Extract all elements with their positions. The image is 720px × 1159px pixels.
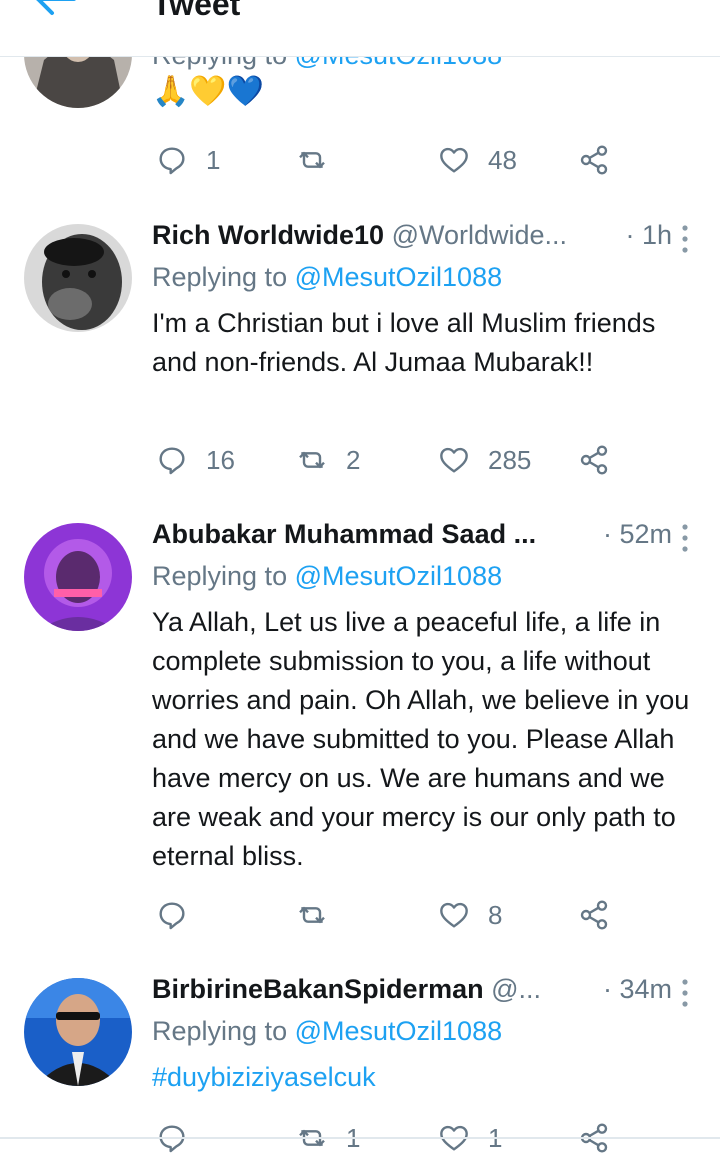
avatar-image [24,224,132,332]
retweet-button[interactable] [296,140,346,180]
author-row: Abubakar Muhammad Saad ... · 52m [152,519,672,555]
reply-count: 1 [206,144,221,175]
replies-feed: Replying to @MesutOzil1088 🙏💛💙 1 48 [0,0,720,1159]
more-vertical-icon[interactable] [680,978,690,1008]
share-icon [578,899,610,931]
retweet-icon [296,444,328,476]
more-vertical-icon[interactable] [680,224,690,254]
like-button[interactable]: 8 [438,895,502,935]
share-icon [578,444,610,476]
like-count: 285 [488,444,532,475]
like-count: 48 [488,144,517,175]
mention-link[interactable]: @MesutOzil1088 [295,1016,503,1046]
retweet-button[interactable] [296,895,346,935]
reply-bubble-icon [156,144,188,176]
replying-to-line: Replying to @MesutOzil1088 [152,262,502,293]
like-button[interactable]: 48 [438,140,517,180]
tweet-actions: 8 [152,895,672,935]
replying-to-label: Replying to [152,561,288,591]
reply-button[interactable]: 1 [156,140,220,180]
avatar-image [24,523,132,631]
mention-link[interactable]: @MesutOzil1088 [295,561,503,591]
tweet-actions: 1 48 [152,140,672,180]
replying-to-line: Replying to @MesutOzil1088 [152,561,502,592]
hashtag-link[interactable]: #duybiziziyaselcuk [152,1058,697,1097]
retweet-icon [296,144,328,176]
reply-count: 16 [206,444,235,475]
replying-to-label: Replying to [152,262,288,292]
share-button[interactable] [578,140,610,180]
arrow-left-icon[interactable] [30,0,80,24]
top-app-bar: Tweet [0,0,720,57]
avatar-image [24,978,132,1086]
replying-to-line: Replying to @MesutOzil1088 [152,1016,502,1047]
tweet-text: Ya Allah, Let us live a peaceful life, a… [152,607,690,871]
mention-link[interactable]: @MesutOzil1088 [295,262,503,292]
display-name[interactable]: Abubakar Muhammad Saad ... [152,519,536,549]
replying-to-label: Replying to [152,1016,288,1046]
timestamp[interactable]: · 52m [603,519,672,550]
reply-tweet[interactable]: Rich Worldwide10 @Worldwide... · 1h Repl… [0,200,720,500]
tweet-text: 🙏💛💙 [152,75,265,108]
reply-tweet[interactable]: BirbirineBakanSpiderman @... · 34m Reply… [0,954,720,1159]
retweet-icon [296,899,328,931]
user-handle[interactable]: @... [491,974,541,1004]
more-vertical-icon[interactable] [680,523,690,553]
display-name[interactable]: BirbirineBakanSpiderman [152,974,484,1004]
like-button[interactable]: 285 [438,440,531,480]
share-icon [578,144,610,176]
author-row: BirbirineBakanSpiderman @... · 34m [152,974,672,1010]
heart-icon [438,444,470,476]
avatar[interactable] [24,978,132,1086]
avatar[interactable] [24,224,132,332]
reply-bubble-icon [156,444,188,476]
user-handle[interactable]: @Worldwide... [392,220,567,250]
heart-icon [438,144,470,176]
timestamp[interactable]: · 1h [625,220,672,251]
reply-bubble-icon [156,899,188,931]
retweet-count: 2 [346,444,361,475]
share-button[interactable] [578,895,610,935]
display-name[interactable]: Rich Worldwide10 [152,220,384,250]
reply-tweet[interactable]: Abubakar Muhammad Saad ... · 52m Replyin… [0,499,720,955]
tweet-text: I'm a Christian but i love all Muslim fr… [152,308,656,377]
heart-icon [438,899,470,931]
share-button[interactable] [578,440,610,480]
avatar[interactable] [24,523,132,631]
reply-button[interactable] [156,895,206,935]
timestamp[interactable]: · 34m [603,974,672,1005]
tweet-actions: 16 2 285 [152,440,672,480]
reply-button[interactable]: 16 [156,440,235,480]
author-row: Rich Worldwide10 @Worldwide... · 1h [152,220,672,256]
bottom-divider [0,1137,720,1139]
like-count: 8 [488,899,503,930]
page-title: Tweet [152,0,241,22]
retweet-button[interactable]: 2 [296,440,360,480]
